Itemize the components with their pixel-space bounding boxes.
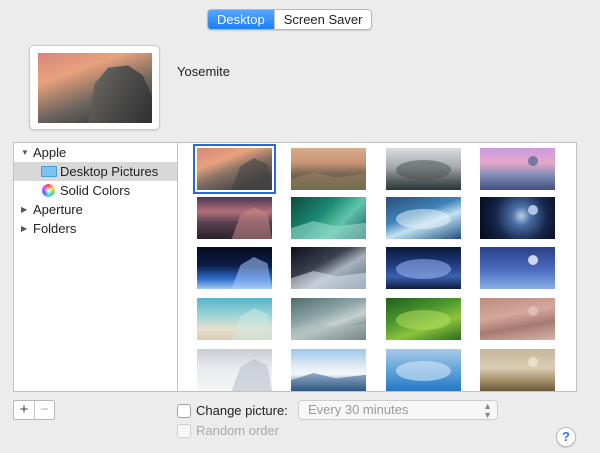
source-label: Folders	[33, 221, 77, 236]
tab-screen-saver[interactable]: Screen Saver	[275, 10, 372, 29]
disclosure-open-icon[interactable]: ▼	[21, 143, 31, 162]
wallpaper-thumbnail-sand-dunes[interactable]	[480, 298, 555, 340]
wallpaper-detail	[291, 172, 366, 190]
wallpaper-thumbnail-frozen-forest[interactable]	[386, 349, 461, 391]
wallpaper-thumbnail-blue-wave[interactable]	[386, 197, 461, 239]
chevron-updown-icon: ▲ ▼	[483, 401, 492, 420]
wallpaper-thumbnail-rice-terraces[interactable]	[386, 298, 461, 340]
wallpaper-detail	[528, 255, 538, 265]
tab-bar: Desktop Screen Saver	[207, 9, 373, 30]
wallpaper-thumbnail-yosemite-evening[interactable]	[193, 144, 276, 194]
disclosure-closed-icon[interactable]: ▶	[21, 200, 31, 219]
disclosure-closed-icon[interactable]: ▶	[21, 219, 31, 238]
wallpaper-detail	[396, 209, 451, 229]
change-interval-value: Every 30 minutes	[308, 402, 409, 417]
source-item-apple[interactable]: ▼ Apple	[14, 143, 177, 162]
wallpaper-thumbnail-moon-sky[interactable]	[480, 247, 555, 289]
wallpaper-detail	[528, 205, 538, 215]
random-order-label: Random order	[196, 423, 280, 438]
source-item-solid-colors[interactable]: Solid Colors	[14, 181, 177, 200]
wallpaper-thumbnail-foggy-forest[interactable]	[480, 349, 555, 391]
wallpaper-detail	[231, 257, 272, 289]
wallpaper-detail	[396, 160, 451, 180]
wallpaper-detail	[291, 221, 366, 239]
change-interval-select[interactable]: Every 30 minutes ▲ ▼	[298, 400, 498, 420]
wallpaper-thumbnail-mountain-mist[interactable]	[386, 148, 461, 190]
folder-icon	[41, 166, 57, 177]
current-wallpaper-preview[interactable]	[29, 45, 160, 130]
wallpaper-detail	[528, 306, 538, 316]
wallpaper-detail	[396, 361, 451, 381]
preview-image	[38, 53, 152, 123]
remove-folder-button[interactable]: −	[34, 401, 54, 419]
add-folder-button[interactable]: +	[14, 401, 34, 419]
wallpaper-thumbnail-earth-clouds[interactable]	[291, 247, 366, 289]
source-item-folders[interactable]: ▶ Folders	[14, 219, 177, 238]
wallpaper-detail	[231, 207, 272, 239]
random-order-row: Random order	[177, 423, 279, 438]
wallpaper-thumbnail-galaxy[interactable]	[480, 197, 555, 239]
wallpaper-thumbnail-snow-drifts[interactable]	[197, 349, 272, 391]
wallpaper-detail	[396, 310, 451, 330]
source-label: Solid Colors	[60, 183, 131, 198]
wallpaper-thumbnail-lake-rocks[interactable]	[197, 197, 272, 239]
wallpaper-detail	[291, 373, 366, 391]
color-wheel-icon	[42, 184, 55, 197]
wallpaper-thumbnail-green-wave[interactable]	[291, 197, 366, 239]
preview-rock-shape	[88, 65, 152, 123]
wallpaper-thumbnail-earth-horizon[interactable]	[197, 247, 272, 289]
wallpaper-thumbnail-cloud-storm[interactable]	[291, 298, 366, 340]
wallpaper-detail	[528, 357, 538, 367]
source-label: Aperture	[33, 202, 83, 217]
wallpaper-detail	[231, 359, 272, 391]
wallpaper-detail	[528, 156, 538, 166]
source-label: Desktop Pictures	[60, 164, 159, 179]
wallpaper-thumbnail-beach-shore[interactable]	[197, 298, 272, 340]
wallpaper-detail	[396, 259, 451, 279]
wallpaper-thumbnail-ice-river[interactable]	[291, 349, 366, 391]
wallpaper-detail	[231, 158, 272, 190]
wallpaper-grid	[177, 142, 577, 392]
current-wallpaper-name: Yosemite	[177, 64, 230, 79]
wallpaper-detail	[291, 271, 366, 289]
source-label: Apple	[33, 145, 67, 160]
tab-desktop[interactable]: Desktop	[208, 10, 275, 29]
change-picture-row: Change picture:	[177, 403, 288, 418]
wallpaper-detail	[231, 308, 272, 340]
source-item-aperture[interactable]: ▶ Aperture	[14, 200, 177, 219]
add-remove-controls: + −	[13, 400, 55, 420]
change-picture-checkbox[interactable]	[177, 403, 191, 418]
change-picture-label: Change picture:	[196, 403, 288, 418]
wallpaper-thumbnail-milky-way[interactable]	[386, 247, 461, 289]
source-list: ▼ Apple Desktop Pictures Solid Colors ▶ …	[13, 142, 177, 392]
wallpaper-detail	[291, 322, 366, 340]
wallpaper-thumbnail-el-capitan[interactable]	[291, 148, 366, 190]
random-order-checkbox[interactable]	[177, 423, 191, 438]
help-button[interactable]: ?	[556, 427, 576, 447]
wallpaper-thumbnail-purple-dusk[interactable]	[480, 148, 555, 190]
source-item-desktop-pictures[interactable]: Desktop Pictures	[14, 162, 177, 181]
